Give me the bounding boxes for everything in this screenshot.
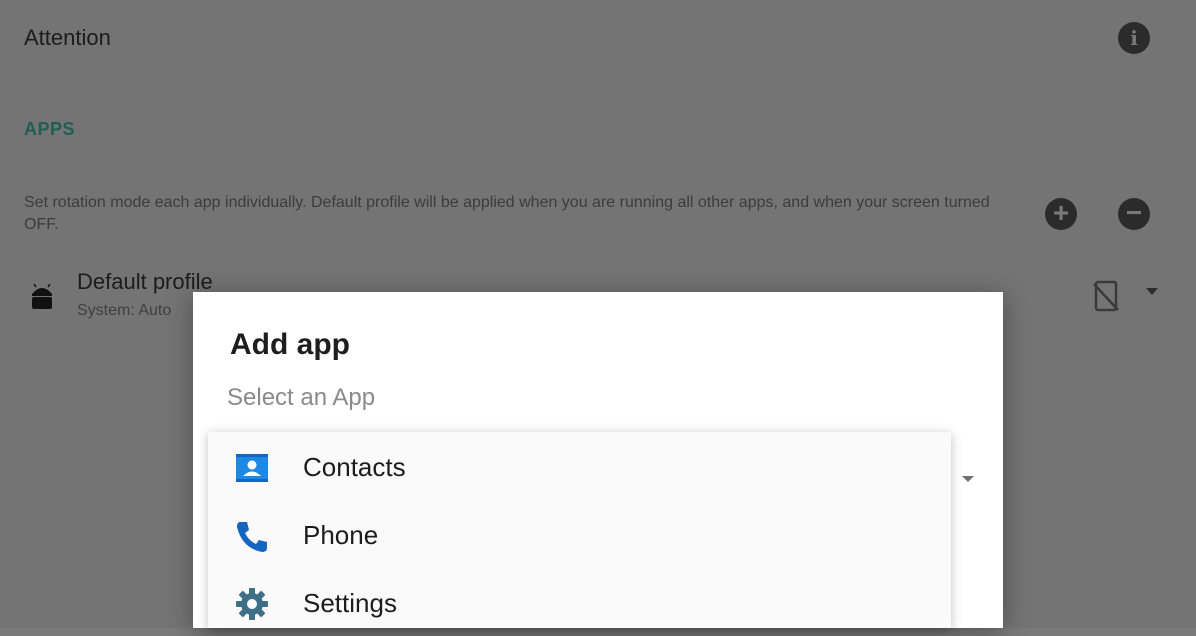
dialog-title: Add app xyxy=(230,328,350,361)
dropdown-item-label: Contacts xyxy=(303,452,406,482)
contacts-icon xyxy=(236,454,268,482)
info-icon[interactable]: i xyxy=(1118,22,1150,54)
attention-label: Attention xyxy=(24,25,111,50)
settings-gear-icon xyxy=(236,588,268,620)
dialog-subtitle: Select an App xyxy=(227,384,376,411)
apps-section-header: APPS xyxy=(24,119,76,139)
dropdown-item-settings[interactable]: Settings xyxy=(208,568,951,636)
profile-subtitle: System: Auto xyxy=(77,302,172,319)
screen-rotation-off-icon[interactable] xyxy=(1093,280,1119,312)
dropdown-item-phone[interactable]: Phone xyxy=(208,500,951,568)
dropdown-item-label: Settings xyxy=(303,588,397,618)
add-circle-icon[interactable]: + xyxy=(1045,198,1077,230)
attention-row[interactable]: Attention i xyxy=(0,0,1196,78)
phone-icon xyxy=(237,522,267,552)
remove-circle-icon[interactable]: − xyxy=(1118,198,1150,230)
app-dropdown-list: Contacts Phone Settings xyxy=(208,432,951,628)
android-icon xyxy=(32,284,52,309)
dropdown-item-contacts[interactable]: Contacts xyxy=(208,432,951,500)
apps-description: Set rotation mode each app individually.… xyxy=(24,194,990,233)
app-spinner-arrow-icon[interactable] xyxy=(962,476,974,482)
dropdown-item-label: Phone xyxy=(303,520,379,550)
profile-dropdown-arrow-icon[interactable] xyxy=(1146,288,1158,295)
